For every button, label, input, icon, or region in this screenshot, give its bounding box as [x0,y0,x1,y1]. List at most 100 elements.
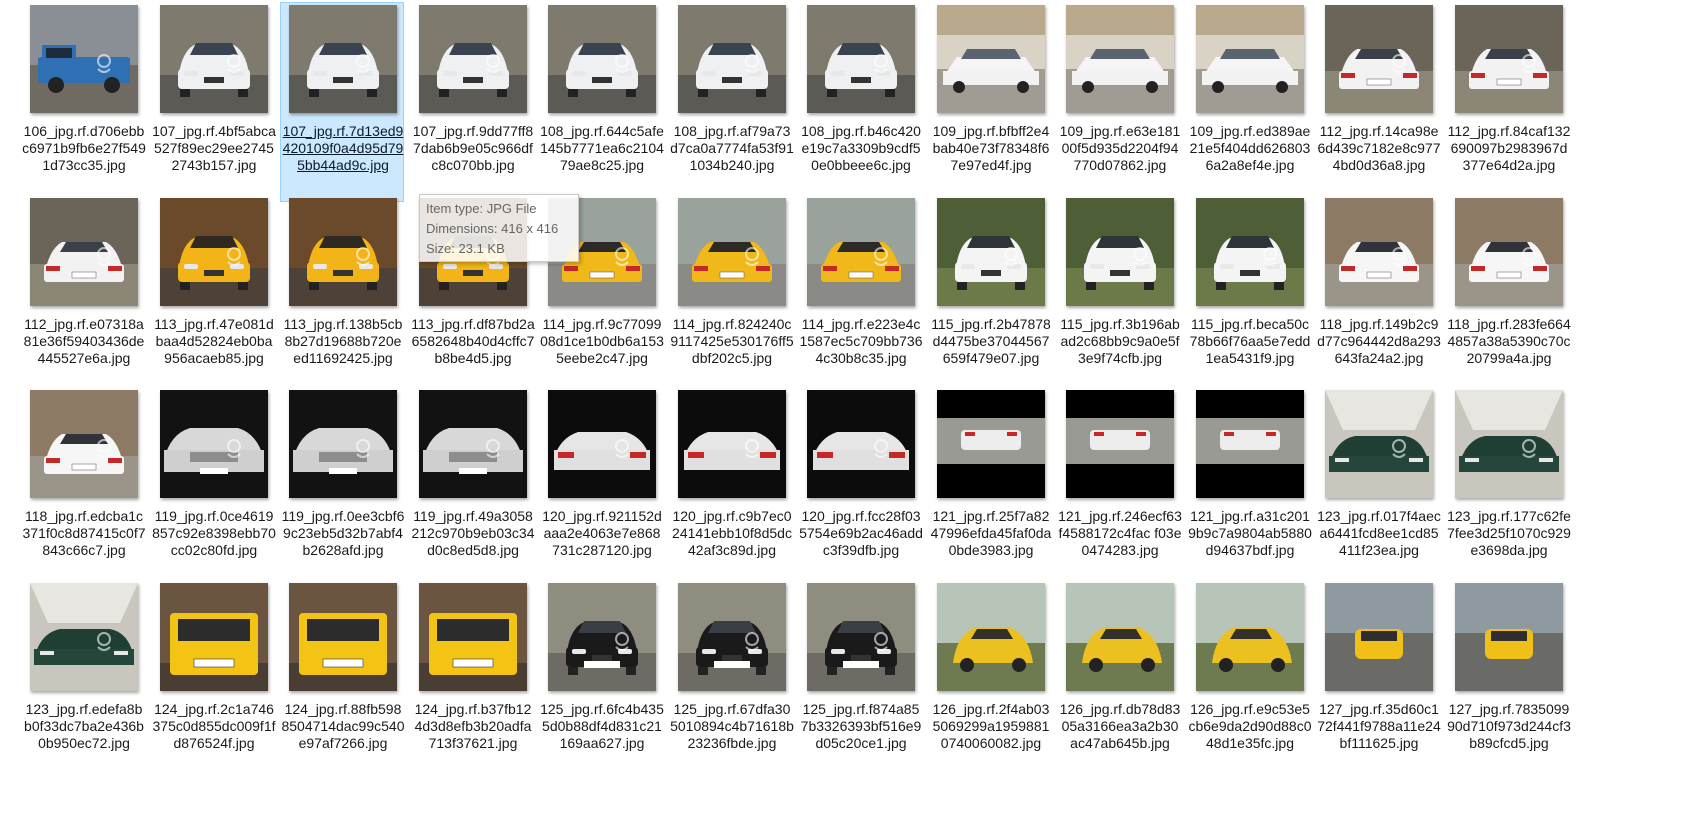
file-name-label[interactable]: 126_jpg.rf.2f4ab035069299a19598810740060… [929,701,1053,752]
file-item[interactable]: 118_jpg.rf.283fe6644857a38a5390c70c20799… [1446,195,1571,395]
file-item[interactable]: 124_jpg.rf.b37fb124d3d8efb3b20adfa713f37… [410,580,534,780]
file-name-label[interactable]: 115_jpg.rf.2b47878d4475be37044567659f479… [929,316,1053,367]
file-name-label[interactable]: 120_jpg.rf.921152daaa2e4063e7e868731c287… [540,508,664,559]
file-thumbnail[interactable] [30,198,138,306]
file-thumbnail[interactable] [1455,198,1563,306]
file-thumbnail[interactable] [160,5,268,113]
file-item[interactable]: 127_jpg.rf.783509990d710f973d244cf3b89cf… [1446,580,1571,780]
file-thumbnail[interactable] [1066,5,1174,113]
file-name-label[interactable]: 123_jpg.rf.017f4aeca6441fcd8ee1cd85411f2… [1317,508,1441,559]
file-name-label[interactable]: 113_jpg.rf.47e081dbaa4d52824eb0ba956acae… [152,316,276,367]
file-item[interactable]: 125_jpg.rf.6fc4b4355d0b88df4d831c21169aa… [539,580,664,780]
file-item[interactable]: 114_jpg.rf.824240c9117425e530176ff5dbf20… [669,195,794,395]
file-thumbnail[interactable] [1325,390,1433,498]
file-name-label[interactable]: 118_jpg.rf.283fe6644857a38a5390c70c20799… [1447,316,1571,367]
file-item[interactable]: 106_jpg.rf.d706ebbc6971b9fb6e27f5491d73c… [21,2,146,202]
file-item[interactable]: 109_jpg.rf.e63e18100f5d935d2204f94770d07… [1057,2,1181,202]
file-item[interactable]: 125_jpg.rf.67dfa305010894c4b71618b23236f… [669,580,794,780]
file-thumbnail[interactable] [1196,198,1304,306]
file-item[interactable]: 121_jpg.rf.25f7a8247996efda45faf0da0bde3… [928,387,1052,587]
file-thumbnail[interactable] [1325,583,1433,691]
file-item[interactable]: 123_jpg.rf.177c62fe7fee3d25f1070c929e369… [1446,387,1571,587]
file-name-label[interactable]: 114_jpg.rf.9c7709908d1ce1b0db6a1535eebe2… [540,316,664,367]
file-thumbnail[interactable] [1066,198,1174,306]
file-item[interactable]: 120_jpg.rf.921152daaa2e4063e7e868731c287… [539,387,663,587]
file-item[interactable]: 124_jpg.rf.2c1a746375c0d855dc009f1fd8765… [151,580,276,780]
file-thumbnail[interactable] [1196,390,1304,498]
file-thumbnail[interactable] [419,583,527,691]
file-item[interactable]: 123_jpg.rf.017f4aeca6441fcd8ee1cd85411f2… [1316,387,1441,587]
file-thumbnail[interactable] [160,198,268,306]
file-name-label[interactable]: 123_jpg.rf.edefa8bb0f33dc7ba2e436b0b950e… [22,701,146,752]
file-thumbnail[interactable] [1196,583,1304,691]
file-thumbnail[interactable] [937,5,1045,113]
file-item[interactable]: 115_jpg.rf.beca50c78b66f76aa5e7edd1ea543… [1187,195,1311,395]
file-name-label[interactable]: 125_jpg.rf.67dfa305010894c4b71618b23236f… [670,701,794,752]
file-thumbnail[interactable] [419,390,527,498]
file-item[interactable]: 114_jpg.rf.e223e4c1587ec5c709bb7364c30b8… [798,195,923,395]
file-thumbnail[interactable] [548,390,656,498]
file-thumbnail[interactable] [289,198,397,306]
file-name-label[interactable]: 126_jpg.rf.e9c53e5cb6e9da2d90d88c048d1e3… [1188,701,1312,752]
file-thumbnail[interactable] [30,390,138,498]
file-thumbnail[interactable] [937,390,1045,498]
file-thumbnail[interactable] [548,583,656,691]
file-name-label[interactable]: 124_jpg.rf.88fb5988504714dac99c540e97af7… [281,701,405,752]
file-item[interactable]: 118_jpg.rf.edcba1c371f0c8d87415c0f7843c6… [21,387,146,587]
file-item[interactable]: 107_jpg.rf.9dd77ff87dab6b9e05c966dfc8c07… [410,2,534,202]
file-thumbnail[interactable] [678,583,786,691]
file-name-label[interactable]: 118_jpg.rf.149b2c9d77c964442d8a293643fa2… [1317,316,1441,367]
file-thumbnail[interactable] [1455,390,1563,498]
file-item[interactable]: 112_jpg.rf.e07318a81e36f59403436de445527… [21,195,145,395]
file-thumbnail[interactable] [807,390,915,498]
file-thumbnail[interactable] [678,5,786,113]
file-thumbnail[interactable] [937,583,1045,691]
file-thumbnail[interactable] [30,5,138,113]
file-name-label[interactable]: 113_jpg.rf.df87bd2a6582648b40d4cffc7b8be… [411,316,535,367]
file-name-label[interactable]: 114_jpg.rf.824240c9117425e530176ff5dbf20… [670,316,794,367]
file-item[interactable]: 119_jpg.rf.49a3058212c970b9eb03c34d0c8ed… [410,387,535,587]
file-thumbnail[interactable] [1455,5,1563,113]
file-item[interactable]: 126_jpg.rf.db78d8305a3166ea3a2b30ac47ab6… [1057,580,1181,780]
file-thumbnail[interactable] [30,583,138,691]
file-item[interactable]: 125_jpg.rf.f874a857b3326393bf516e9d05c20… [798,580,922,780]
file-item[interactable]: 119_jpg.rf.0ce4619857c92e8398ebb70cc02c8… [151,387,276,587]
file-thumbnail[interactable] [678,390,786,498]
file-thumbnail[interactable] [937,198,1045,306]
file-name-label[interactable]: 121_jpg.rf.a31c2019b9c7a9804ab5880d94637… [1188,508,1312,559]
file-name-label[interactable]: 119_jpg.rf.0ce4619857c92e8398ebb70cc02c8… [152,508,276,559]
file-name-label[interactable]: 113_jpg.rf.138b5cb8b27d19688b720eed11692… [281,316,405,367]
file-name-label[interactable]: 115_jpg.rf.3b196abad2c68bb9c9a0e5f3e9f74… [1058,316,1182,367]
file-name-label[interactable]: 112_jpg.rf.14ca98e6d439c7182e8c9774bd0d3… [1317,123,1441,174]
file-item[interactable]: 126_jpg.rf.2f4ab035069299a19598810740060… [928,580,1052,780]
file-item[interactable]: 120_jpg.rf.fcc28f035754e69b2ac46addc3f39… [798,387,923,587]
file-item[interactable]: 108_jpg.rf.644c5afe145b7771ea6c210479ae8… [539,2,664,202]
file-item[interactable]: 126_jpg.rf.e9c53e5cb6e9da2d90d88c048d1e3… [1187,580,1312,780]
file-thumbnail[interactable] [160,583,268,691]
file-name-label[interactable]: 127_jpg.rf.35d60c172f441f9788a11e24bf111… [1317,701,1441,752]
file-name-label[interactable]: 114_jpg.rf.e223e4c1587ec5c709bb7364c30b8… [799,316,923,367]
file-thumbnail[interactable] [678,198,786,306]
file-name-label[interactable]: 108_jpg.rf.644c5afe145b7771ea6c210479ae8… [540,123,664,174]
file-name-label[interactable]: 115_jpg.rf.beca50c78b66f76aa5e7edd1ea543… [1188,316,1312,367]
file-thumbnail[interactable] [1196,5,1304,113]
file-name-label[interactable]: 109_jpg.rf.bfbff2e4bab40e73f78348f67e97e… [929,123,1053,174]
file-item[interactable]: 109_jpg.rf.ed389ae21e5f404dd6268036a2a8e… [1187,2,1311,202]
file-name-label[interactable]: 119_jpg.rf.0ee3cbf69c23eb5d32b7abf4b2628… [281,508,405,559]
file-name-label[interactable]: 125_jpg.rf.f874a857b3326393bf516e9d05c20… [799,701,923,752]
file-thumbnail[interactable] [1455,583,1563,691]
file-name-label[interactable]: 107_jpg.rf.9dd77ff87dab6b9e05c966dfc8c07… [411,123,535,174]
file-thumbnail[interactable] [1325,5,1433,113]
file-item[interactable]: 108_jpg.rf.af79a73d7ca0a7774fa53f911034b… [669,2,794,202]
file-name-label[interactable]: 112_jpg.rf.84caf132690097b2983967d377e64… [1447,123,1571,174]
file-thumbnail[interactable] [807,5,915,113]
file-name-label[interactable]: 112_jpg.rf.e07318a81e36f59403436de445527… [22,316,146,367]
file-item[interactable]: 127_jpg.rf.35d60c172f441f9788a11e24bf111… [1316,580,1441,780]
file-thumbnail[interactable] [548,5,656,113]
file-name-label[interactable]: 118_jpg.rf.edcba1c371f0c8d87415c0f7843c6… [22,508,146,559]
file-item[interactable]: 112_jpg.rf.84caf132690097b2983967d377e64… [1446,2,1570,202]
file-item[interactable]: 113_jpg.rf.47e081dbaa4d52824eb0ba956acae… [151,195,275,395]
file-name-label[interactable]: 121_jpg.rf.25f7a8247996efda45faf0da0bde3… [929,508,1053,559]
file-item[interactable]: 121_jpg.rf.a31c2019b9c7a9804ab5880d94637… [1187,387,1312,587]
file-name-label[interactable]: 126_jpg.rf.db78d8305a3166ea3a2b30ac47ab6… [1058,701,1182,752]
